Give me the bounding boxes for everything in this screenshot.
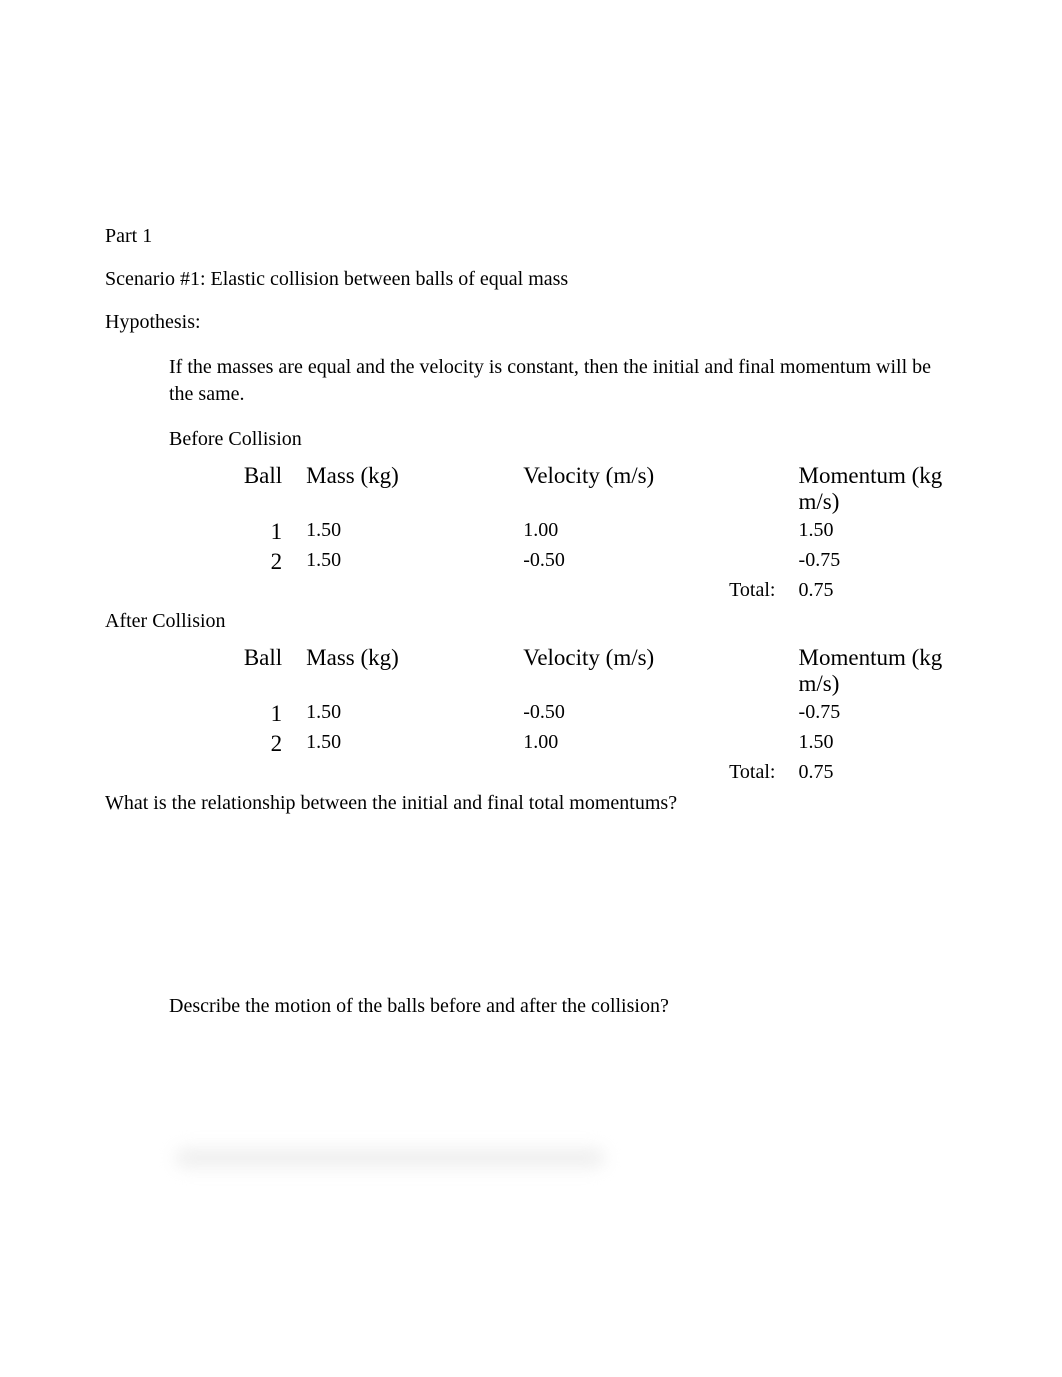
after-collision-title: After Collision [105,610,957,633]
cell-velocity: -0.50 [515,699,721,729]
header-ball: Ball [169,643,298,699]
cell-ball: 1 [169,517,298,547]
cell-mass: 1.50 [298,517,515,547]
table-header-row: Ball Mass (kg) Velocity (m/s) Momentum (… [169,643,957,699]
cell-blank [169,577,298,604]
cell-blank [721,517,790,547]
cell-mass: 1.50 [298,729,515,759]
total-value: 0.75 [791,577,957,604]
cell-blank [298,577,515,604]
cell-ball: 1 [169,699,298,729]
document-page: Part 1 Scenario #1: Elastic collision be… [0,0,1062,1228]
cell-mass: 1.50 [298,547,515,577]
table-row: 1 1.50 -0.50 -0.75 [169,699,957,729]
table-total-row: Total: 0.75 [169,577,957,604]
cell-velocity: 1.00 [515,729,721,759]
cell-blank [515,759,721,786]
after-collision-table: Ball Mass (kg) Velocity (m/s) Momentum (… [169,643,957,786]
table-row: 2 1.50 -0.50 -0.75 [169,547,957,577]
header-mass: Mass (kg) [298,461,515,517]
question-2: Describe the motion of the balls before … [105,995,957,1018]
before-collision-table: Ball Mass (kg) Velocity (m/s) Momentum (… [169,461,957,604]
header-velocity: Velocity (m/s) [515,461,721,517]
header-momentum: Momentum (kg m/s) [791,643,957,699]
total-label: Total: [721,759,790,786]
cell-velocity: -0.50 [515,547,721,577]
table-row: 1 1.50 1.00 1.50 [169,517,957,547]
cell-blank [721,547,790,577]
cell-momentum: -0.75 [791,547,957,577]
total-value: 0.75 [791,759,957,786]
cell-blank [515,577,721,604]
question-1: What is the relationship between the ini… [105,792,957,815]
cell-momentum: 1.50 [791,517,957,547]
table-total-row: Total: 0.75 [169,759,957,786]
cell-mass: 1.50 [298,699,515,729]
cell-momentum: -0.75 [791,699,957,729]
hypothesis-text: If the masses are equal and the velocity… [105,354,957,408]
scenario-heading: Scenario #1: Elastic collision between b… [105,268,957,291]
cell-blank [721,699,790,729]
cell-blank [298,759,515,786]
header-momentum: Momentum (kg m/s) [791,461,957,517]
table-row: 2 1.50 1.00 1.50 [169,729,957,759]
hypothesis-label: Hypothesis: [105,311,957,334]
header-velocity: Velocity (m/s) [515,643,721,699]
cell-velocity: 1.00 [515,517,721,547]
blurred-content-bar [175,1148,605,1168]
header-blank [721,643,790,699]
header-blank [721,461,790,517]
cell-blank [721,729,790,759]
total-label: Total: [721,577,790,604]
cell-blank [169,759,298,786]
part-heading: Part 1 [105,225,957,248]
cell-momentum: 1.50 [791,729,957,759]
cell-ball: 2 [169,547,298,577]
header-mass: Mass (kg) [298,643,515,699]
cell-ball: 2 [169,729,298,759]
before-collision-title: Before Collision [105,428,957,451]
header-ball: Ball [169,461,298,517]
table-header-row: Ball Mass (kg) Velocity (m/s) Momentum (… [169,461,957,517]
